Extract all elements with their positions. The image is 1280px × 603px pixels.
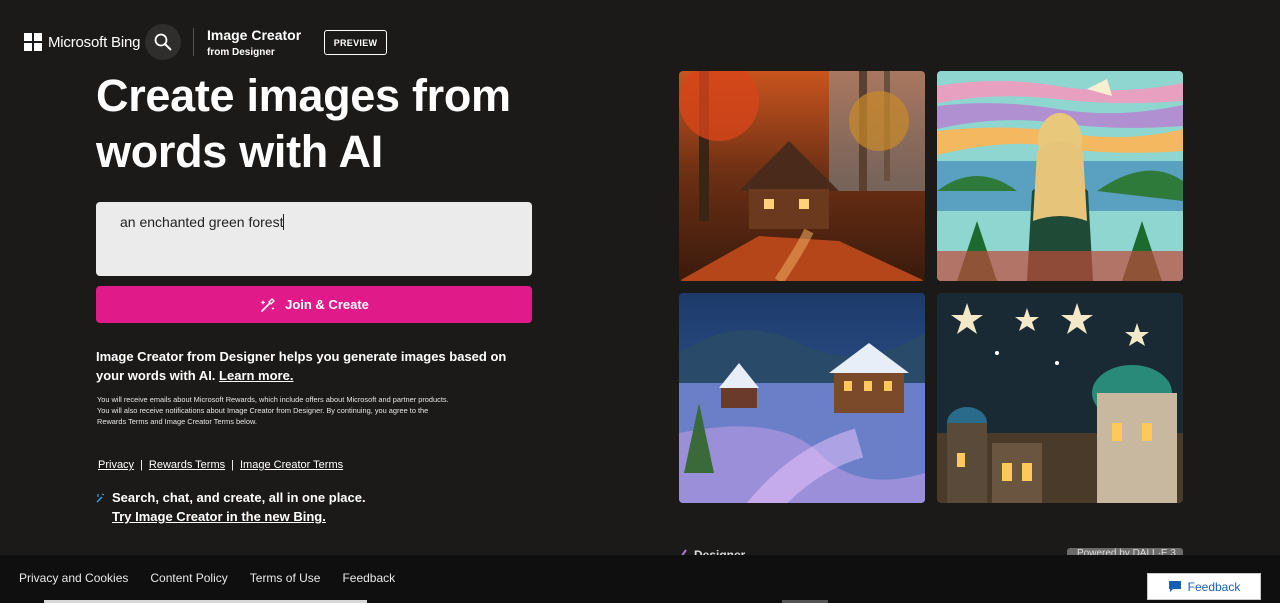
feedback-button[interactable]: Feedback	[1147, 573, 1261, 600]
preview-badge: PREVIEW	[324, 30, 387, 55]
sample-image-forest-cabin[interactable]	[679, 71, 925, 281]
description-text: Image Creator from Designer helps you ge…	[96, 349, 507, 383]
footer-link-feedback[interactable]: Feedback	[342, 571, 395, 585]
chat-bubble-icon	[1168, 581, 1181, 592]
rewards-terms-link[interactable]: Rewards Terms	[149, 459, 225, 471]
sample-image-winter-village[interactable]	[679, 293, 925, 503]
spark-icon	[96, 492, 105, 502]
privacy-link[interactable]: Privacy	[98, 459, 134, 471]
brand-name: Microsoft Bing	[48, 33, 141, 51]
description: Image Creator from Designer helps you ge…	[96, 347, 526, 385]
link-separator: |	[231, 459, 234, 471]
prompt-input-value: an enchanted green forest	[120, 214, 284, 230]
footer-links: Privacy and Cookies Content Policy Terms…	[19, 571, 395, 585]
legal-links: Privacy | Rewards Terms | Image Creator …	[98, 459, 343, 471]
text-caret	[283, 214, 285, 230]
search-icon	[154, 33, 172, 51]
footer-link-terms[interactable]: Terms of Use	[250, 571, 321, 585]
search-button[interactable]	[145, 24, 181, 60]
footer-link-privacy[interactable]: Privacy and Cookies	[19, 571, 128, 585]
link-separator: |	[140, 459, 143, 471]
learn-more-link[interactable]: Learn more.	[219, 368, 293, 383]
sample-image-starry-city[interactable]	[937, 293, 1183, 503]
image-creator-terms-link[interactable]: Image Creator Terms	[240, 459, 343, 471]
feedback-button-label: Feedback	[1187, 579, 1241, 594]
footer: Privacy and Cookies Content Policy Terms…	[0, 555, 1280, 603]
designer-icon	[681, 549, 687, 555]
promo-headline: Search, chat, and create, all in one pla…	[112, 490, 366, 505]
microsoft-logo-icon	[24, 33, 42, 51]
designer-label: Designer	[680, 548, 745, 555]
designer-label-text: Designer	[694, 548, 746, 555]
header-divider	[193, 28, 194, 56]
microsoft-bing-logo[interactable]: Microsoft Bing	[24, 33, 140, 51]
app-title: Image Creator	[207, 27, 302, 43]
sparkle-brush-icon	[260, 297, 276, 312]
app-brand[interactable]: Image Creator from Designer	[207, 27, 301, 58]
sample-image-felt-landscape[interactable]	[937, 71, 1183, 281]
try-new-bing-link[interactable]: Try Image Creator in the new Bing.	[112, 507, 366, 526]
promo-section: Search, chat, and create, all in one pla…	[96, 488, 366, 526]
footer-link-content-policy[interactable]: Content Policy	[150, 571, 227, 585]
page-title: Create images from words with AI	[96, 70, 511, 177]
prompt-input[interactable]: an enchanted green forest	[96, 202, 532, 276]
join-and-create-label: Join & Create	[285, 297, 369, 312]
join-and-create-button[interactable]: Join & Create	[96, 286, 532, 323]
app-subtitle: from Designer	[207, 47, 275, 58]
rewards-fine-print: You will receive emails about Microsoft …	[97, 395, 449, 426]
